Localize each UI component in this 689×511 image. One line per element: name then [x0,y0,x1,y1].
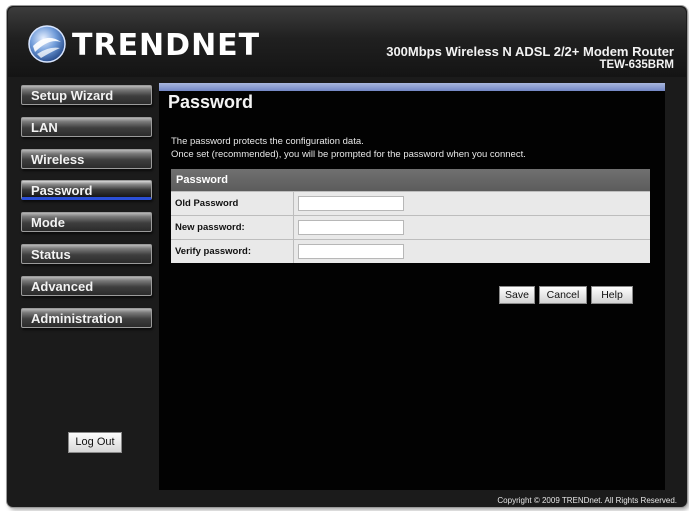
content-top-bar [159,83,665,91]
page-title: Password [168,92,254,112]
sidebar-item-status[interactable]: Status [21,244,152,264]
sidebar-item-password[interactable]: Password [21,180,152,200]
verify-password-label: Verify password: [171,240,294,263]
old-password-label: Old Password [171,192,294,215]
save-button[interactable]: Save [499,286,535,304]
sidebar-item-setup-wizard[interactable]: Setup Wizard [21,85,152,105]
verify-password-input[interactable] [298,244,404,259]
sidebar-item-advanced[interactable]: Advanced [21,276,152,296]
table-row: Old Password [171,191,650,215]
page-description: The password protects the configuration … [171,135,651,161]
help-button[interactable]: Help [591,286,633,304]
old-password-input[interactable] [298,196,404,211]
sidebar-item-administration[interactable]: Administration [21,308,152,328]
new-password-input[interactable] [298,220,404,235]
description-line-2: Once set (recommended), you will be prom… [171,149,526,160]
product-title: 300Mbps Wireless N ADSL 2/2+ Modem Route… [386,44,674,59]
old-password-cell [294,192,404,215]
logo-text: TRENDNET [72,28,261,63]
new-password-cell [294,216,404,239]
description-line-1: The password protects the configuration … [171,136,364,147]
product-model: TEW-635BRM [599,59,674,71]
header-bar: TRENDNET 300Mbps Wireless N ADSL 2/2+ Mo… [8,7,686,77]
table-row: Verify password: [171,239,650,263]
sidebar-item-wireless[interactable]: Wireless [21,149,152,169]
password-table: Password Old Password New password: Veri… [171,169,650,263]
main-content: Password The password protects the confi… [159,83,665,490]
new-password-label: New password: [171,216,294,239]
verify-password-cell [294,240,404,263]
cancel-button[interactable]: Cancel [539,286,587,304]
sidebar: Setup Wizard LAN Wireless Password Mode … [8,80,156,490]
trendnet-logo: TRENDNET [27,24,259,64]
copyright-footer: Copyright © 2009 TRENDnet. All Rights Re… [497,496,677,505]
sidebar-item-lan[interactable]: LAN [21,117,152,137]
sidebar-item-mode[interactable]: Mode [21,212,152,232]
password-table-header: Password [171,169,650,191]
table-row: New password: [171,215,650,239]
trendnet-globe-icon [28,25,66,63]
logout-button[interactable]: Log Out [68,432,122,453]
